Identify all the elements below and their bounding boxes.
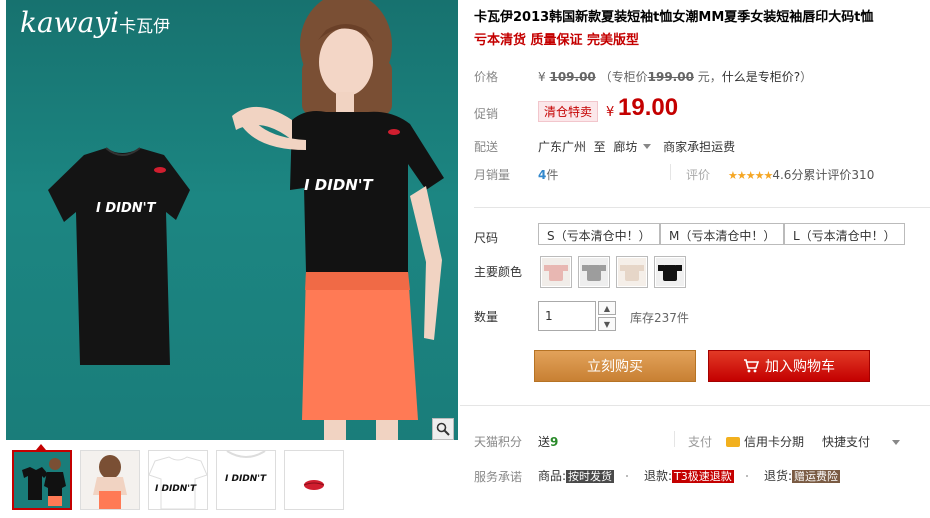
sales-divider	[670, 164, 671, 180]
model-figure: I DIDN'T	[232, 0, 444, 440]
credit-card-icon	[726, 437, 740, 447]
promo-currency: ¥	[606, 105, 615, 120]
credit-installment[interactable]: 信用卡分期	[726, 433, 804, 450]
product-title: 卡瓦伊2013韩国新款夏装短袖t恤女潮MM夏季女装短袖唇印大码t恤	[474, 10, 874, 25]
beige-tee-icon	[620, 265, 644, 281]
thumbnail-strip: I DIDN'T I DIDN'T	[6, 444, 458, 518]
service-badge: 按时发货	[566, 470, 615, 483]
size-option-m[interactable]: M（亏本清仓中！）	[660, 223, 785, 245]
magnifier-icon	[436, 422, 450, 436]
payment-label: 支付	[688, 435, 713, 449]
model-shirt-print: I DIDN'T	[304, 176, 374, 194]
price-label: 价格	[474, 70, 499, 84]
black-tee-icon	[658, 265, 682, 281]
shipping-label: 配送	[474, 140, 499, 154]
quick-pay[interactable]: 快捷支付	[822, 433, 901, 450]
pink-tee-icon	[544, 265, 568, 281]
quantity-label: 数量	[474, 310, 499, 324]
quantity-decrease-button[interactable]: ▼	[598, 317, 616, 331]
service-badge: T3极速退款	[672, 470, 734, 483]
monthly-sales: 4件	[538, 168, 559, 182]
main-product-image[interactable]: kawayi卡瓦伊 I DIDN'T I DIDN'T	[6, 0, 458, 440]
shipping-info: 广东广州 至 廊坊 商家承担运费	[538, 140, 736, 154]
promo-price: 19.00	[618, 94, 679, 121]
section-divider-2	[460, 405, 930, 406]
points-label: 天猫积分	[474, 435, 523, 449]
color-option-gray[interactable]	[578, 256, 610, 288]
thumbnail-3[interactable]: I DIDN'T	[148, 450, 208, 510]
buy-now-button[interactable]: 立刻购买	[534, 350, 696, 382]
chevron-down-icon	[643, 144, 652, 149]
thumbnail-5-image	[285, 451, 343, 509]
destination-select[interactable]: 廊坊	[613, 140, 659, 154]
color-label: 主要颜色	[474, 265, 523, 279]
stock-count: 库存237件	[630, 311, 689, 325]
thumbnail-4-image: I DIDN'T	[217, 451, 275, 509]
thumbnail-1-image	[14, 452, 70, 508]
svg-text:I DIDN'T: I DIDN'T	[155, 484, 197, 494]
service-goods[interactable]: 商品: 按时发货	[538, 467, 615, 484]
rating-stars: ★★★★★	[728, 169, 773, 182]
counter-price-value: 199.00	[647, 70, 694, 84]
thumbnail-3-image: I DIDN'T	[149, 451, 207, 509]
color-option-pink[interactable]	[540, 256, 572, 288]
original-price-value: 109.00	[549, 70, 596, 84]
promo-tag: 清仓特卖	[538, 101, 599, 122]
product-subtitle: 亏本清货 质量保证 完美版型	[474, 33, 640, 48]
thumbnail-5[interactable]	[284, 450, 344, 510]
service-return[interactable]: 退货: 赠运费险	[764, 467, 841, 484]
product-gallery: kawayi卡瓦伊 I DIDN'T I DIDN'T I DIDN'T I D…	[0, 0, 458, 518]
service-separator	[626, 475, 628, 477]
payment-divider	[674, 431, 675, 447]
svg-text:I DIDN'T: I DIDN'T	[225, 474, 267, 484]
rating-summary: ★★★★★4.6分累计评价310	[728, 168, 875, 182]
thumbnail-1[interactable]	[12, 450, 72, 510]
counter-price-help-link[interactable]: 什么是专柜价?	[722, 70, 800, 84]
color-option-beige[interactable]	[616, 256, 648, 288]
chevron-down-icon[interactable]	[892, 440, 901, 445]
size-label: 尺码	[474, 231, 499, 245]
service-label: 服务承诺	[474, 470, 523, 484]
flat-tshirt-image: I DIDN'T	[48, 147, 190, 365]
service-badge: 赠运费险	[792, 470, 841, 483]
color-option-black[interactable]	[654, 256, 686, 288]
service-separator	[746, 475, 748, 477]
model-illustration: I DIDN'T I DIDN'T	[48, 0, 444, 440]
size-option-l[interactable]: L（亏本清仓中！）	[784, 223, 905, 245]
gray-tee-icon	[582, 265, 606, 281]
thumbnail-2-image	[81, 451, 139, 509]
flat-shirt-print: I DIDN'T	[96, 201, 157, 216]
points-value: 送9	[538, 435, 559, 449]
quantity-input[interactable]	[538, 301, 596, 331]
service-refund[interactable]: 退款: T3极速退款	[644, 467, 734, 484]
add-to-cart-button[interactable]: 加入购物车	[708, 350, 870, 382]
thumbnail-4[interactable]: I DIDN'T	[216, 450, 276, 510]
size-option-s[interactable]: S（亏本清仓中！）	[538, 223, 660, 245]
promo-label: 促销	[474, 107, 499, 121]
cart-icon	[744, 359, 759, 373]
quantity-increase-button[interactable]: ▲	[598, 301, 616, 315]
monthly-sales-label: 月销量	[474, 168, 511, 182]
zoom-button[interactable]	[432, 418, 454, 440]
rating-label: 评价	[686, 168, 711, 182]
original-price: ¥ 109.00 （专柜价199.00 元，什么是专柜价?）	[538, 70, 813, 84]
review-link[interactable]: 累计评价310	[803, 168, 874, 182]
thumbnail-2[interactable]	[80, 450, 140, 510]
section-divider	[474, 207, 930, 208]
